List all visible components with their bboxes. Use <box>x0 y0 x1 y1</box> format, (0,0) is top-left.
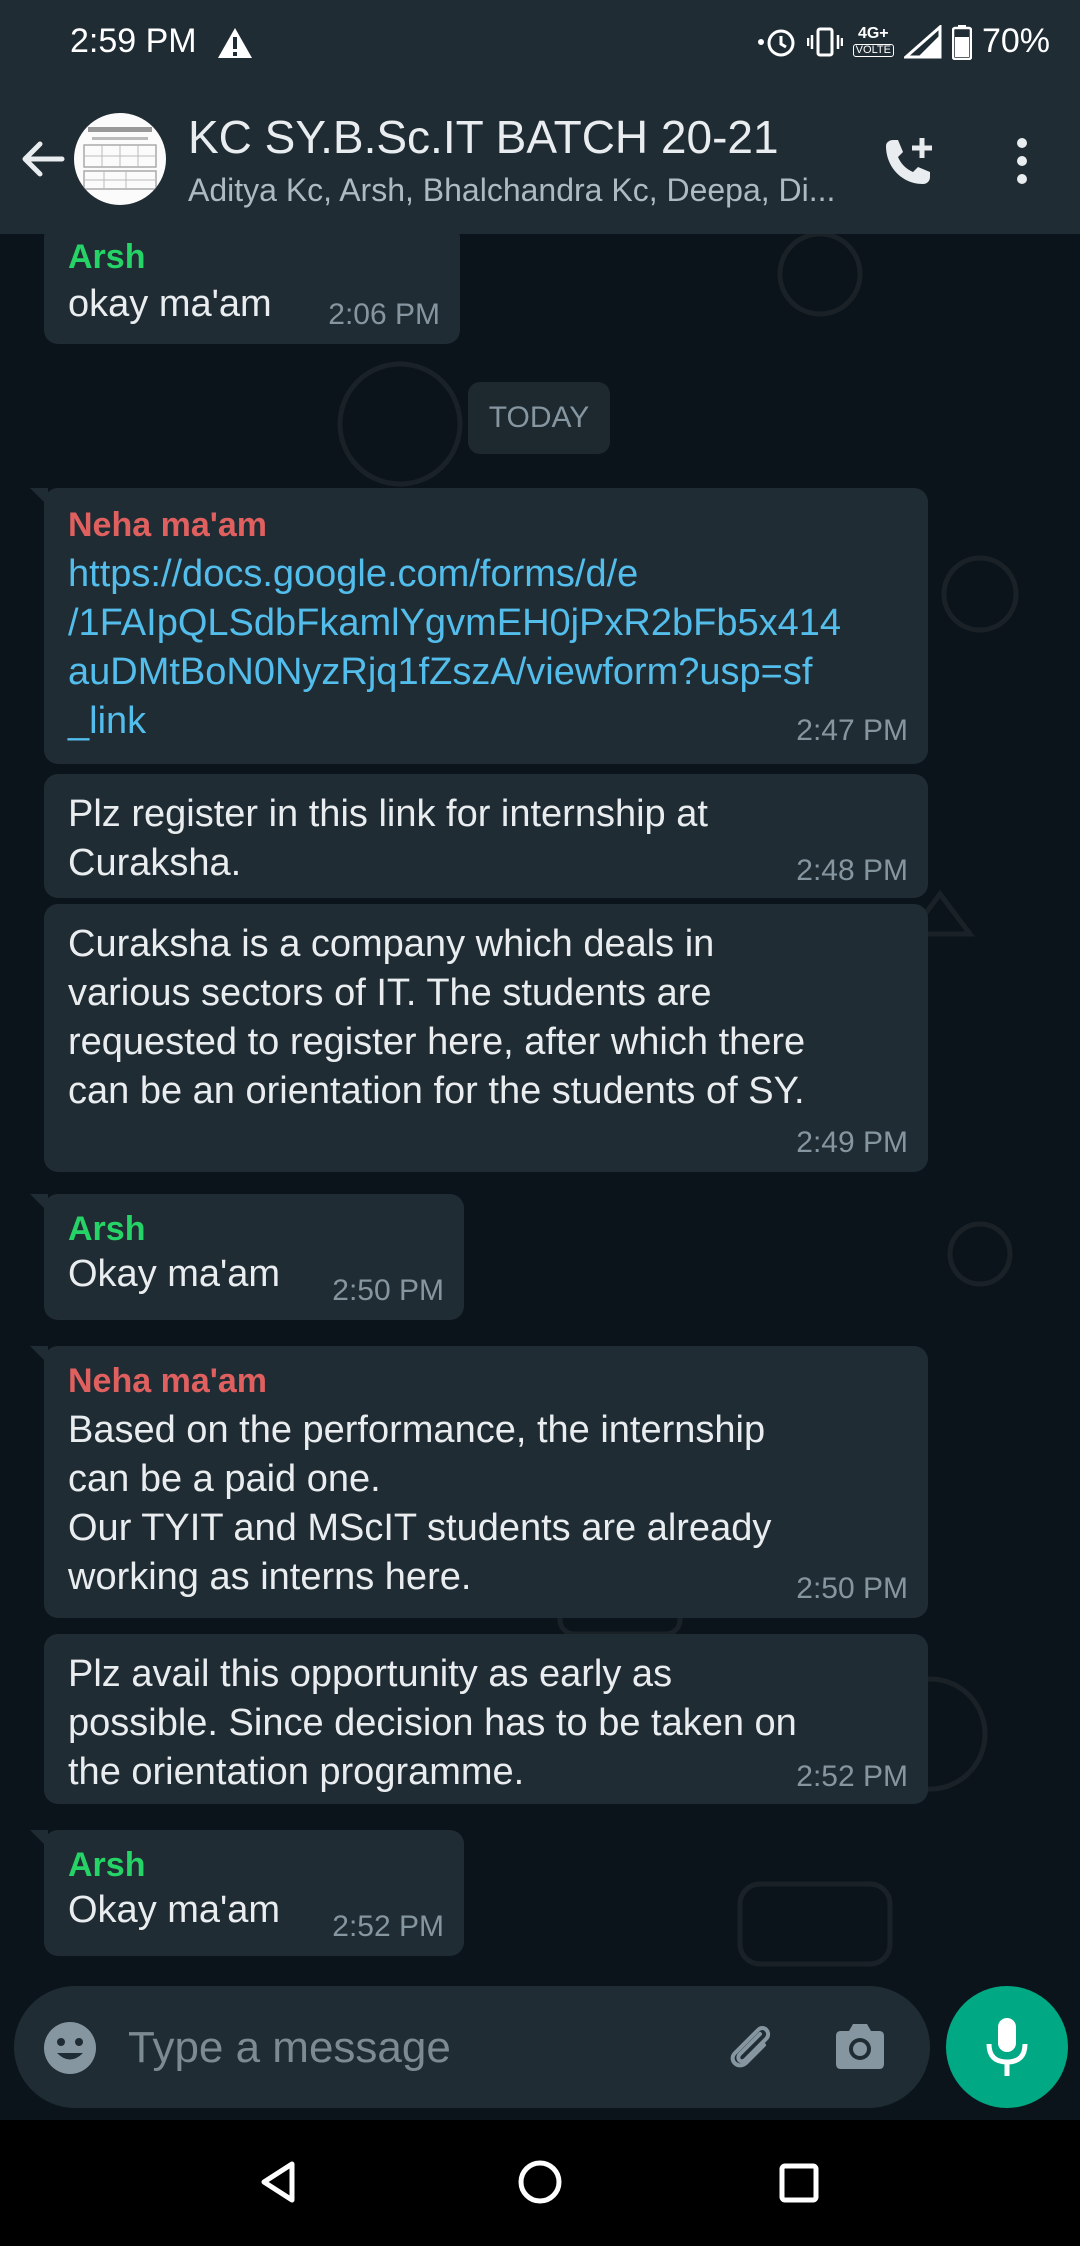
message-sender: Neha ma'am <box>68 506 267 544</box>
message-bubble[interactable]: Plz avail this opportunity as early as p… <box>44 1634 928 1804</box>
network-label: 4G+ <box>857 25 889 42</box>
message-sender: Arsh <box>68 238 146 276</box>
status-time: 2:59 PM <box>70 22 197 60</box>
message-text: okay ma'am <box>68 283 272 325</box>
nav-back-icon[interactable] <box>258 2160 298 2204</box>
date-divider: TODAY <box>468 382 610 454</box>
message-time: 2:52 PM <box>796 1760 908 1793</box>
message-text: Plz register in this link for internship… <box>68 793 708 884</box>
group-members[interactable]: Aditya Kc, Arsh, Bhalchandra Kc, Deepa, … <box>188 172 853 209</box>
network-indicator: 4G+ VOLTE <box>852 25 894 57</box>
message-text: Okay ma'am <box>68 1253 281 1295</box>
message-input[interactable] <box>126 2016 690 2080</box>
message-sender: Arsh <box>68 1210 146 1248</box>
status-icons: 4G+ VOLTE 70% <box>757 22 1050 61</box>
message-bubble[interactable]: Neha ma'am Based on the performance, the… <box>30 1346 928 1618</box>
message-text: Okay ma'am <box>68 1889 281 1931</box>
camera-icon[interactable] <box>832 2020 888 2074</box>
message-bubble[interactable]: Curaksha is a company which deals in var… <box>44 904 928 1172</box>
message-time: 2:06 PM <box>328 298 440 331</box>
message-sender: Neha ma'am <box>68 1362 267 1400</box>
bubble-tail <box>30 1346 48 1364</box>
vibrate-icon <box>806 27 843 56</box>
message-sender: Arsh <box>68 1846 146 1884</box>
nav-recents-icon[interactable] <box>778 2162 820 2204</box>
message-bubble[interactable]: Arsh Okay ma'am 2:50 PM <box>30 1194 464 1320</box>
message-text: Curaksha is a company which deals in var… <box>68 923 806 1112</box>
emoji-icon[interactable] <box>42 2020 98 2076</box>
more-vert-icon[interactable] <box>1008 136 1036 186</box>
message-text: Based on the performance, the internship… <box>68 1409 772 1598</box>
group-avatar[interactable] <box>74 113 166 205</box>
message-time: 2:48 PM <box>796 854 908 887</box>
avatar-image <box>83 127 157 190</box>
message-link[interactable]: https://docs.google.com/forms/d/e /1FAIp… <box>68 550 841 746</box>
paperclip-icon[interactable] <box>720 2018 778 2076</box>
bubble-tail <box>30 488 48 506</box>
nav-home-icon[interactable] <box>516 2158 564 2206</box>
alarm-icon <box>757 29 795 56</box>
message-bubble[interactable]: Plz register in this link for internship… <box>44 774 928 898</box>
status-bar: 2:59 PM 4G+ VOLTE 70% <box>0 0 1080 88</box>
message-time: 2:50 PM <box>796 1572 908 1605</box>
battery-percent: 70% <box>981 22 1050 60</box>
system-nav-bar <box>0 2120 1080 2246</box>
message-time: 2:47 PM <box>796 714 908 747</box>
message-bubble[interactable]: Arsh okay ma'am 2:06 PM <box>44 234 460 344</box>
signal-icon <box>903 24 942 58</box>
arrow-left-icon[interactable] <box>18 134 68 184</box>
battery-icon <box>951 24 972 60</box>
chat-header: KC SY.B.Sc.IT BATCH 20-21 Aditya Kc, Ars… <box>0 88 1080 234</box>
message-composer <box>14 1986 930 2108</box>
group-title[interactable]: KC SY.B.Sc.IT BATCH 20-21 <box>188 110 779 164</box>
add-call-icon[interactable] <box>878 134 940 190</box>
message-bubble[interactable]: Arsh Okay ma'am 2:52 PM <box>30 1830 464 1956</box>
message-text: Plz avail this opportunity as early as p… <box>68 1653 797 1793</box>
message-bubble[interactable]: Neha ma'am https://docs.google.com/forms… <box>30 488 928 764</box>
mic-icon <box>986 2018 1028 2076</box>
mic-button[interactable] <box>946 1986 1068 2108</box>
bubble-tail <box>30 1830 48 1848</box>
message-time: 2:50 PM <box>332 1274 444 1307</box>
warning-icon <box>218 28 252 58</box>
bubble-tail <box>30 1194 48 1212</box>
message-list[interactable]: Arsh okay ma'am 2:06 PM TODAY Neha ma'am… <box>0 234 1080 2120</box>
volte-label: VOLTE <box>852 44 894 57</box>
message-time: 2:49 PM <box>796 1126 908 1159</box>
message-time: 2:52 PM <box>332 1910 444 1943</box>
